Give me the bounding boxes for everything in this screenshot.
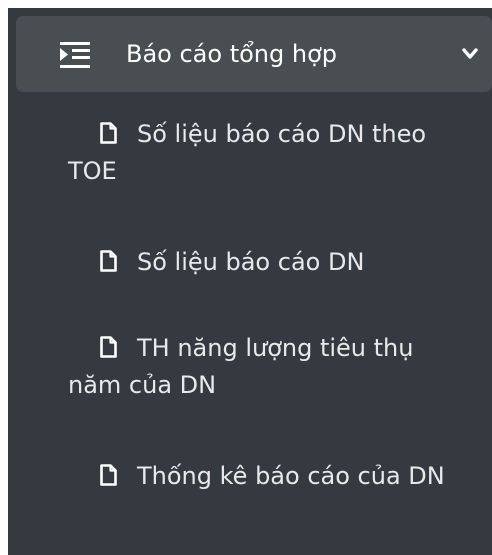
submenu-item-label: Số liệu báo cáo DN theo TOE: [68, 120, 427, 185]
file-icon: [100, 336, 117, 358]
submenu-item-label: Thống kê báo cáo của DN: [137, 462, 445, 490]
submenu-item-label: Số liệu báo cáo DN: [137, 248, 365, 276]
file-icon: [100, 122, 117, 144]
file-icon: [100, 250, 117, 272]
submenu-item-th-nang-luong[interactable]: TH năng lượng tiêu thụ năm của DN: [68, 330, 468, 404]
submenu-list: Số liệu báo cáo DN theo TOE Số liệu báo …: [8, 8, 492, 555]
submenu-item-label: TH năng lượng tiêu thụ năm của DN: [68, 334, 414, 399]
submenu-item-so-lieu-toe[interactable]: Số liệu báo cáo DN theo TOE: [68, 116, 468, 190]
sidebar-menu: Báo cáo tổng hợp Số liệu báo cáo DN theo…: [8, 8, 492, 555]
submenu-item-so-lieu[interactable]: Số liệu báo cáo DN: [68, 244, 468, 281]
file-icon: [100, 464, 117, 486]
submenu-item-thong-ke[interactable]: Thống kê báo cáo của DN: [68, 458, 468, 495]
